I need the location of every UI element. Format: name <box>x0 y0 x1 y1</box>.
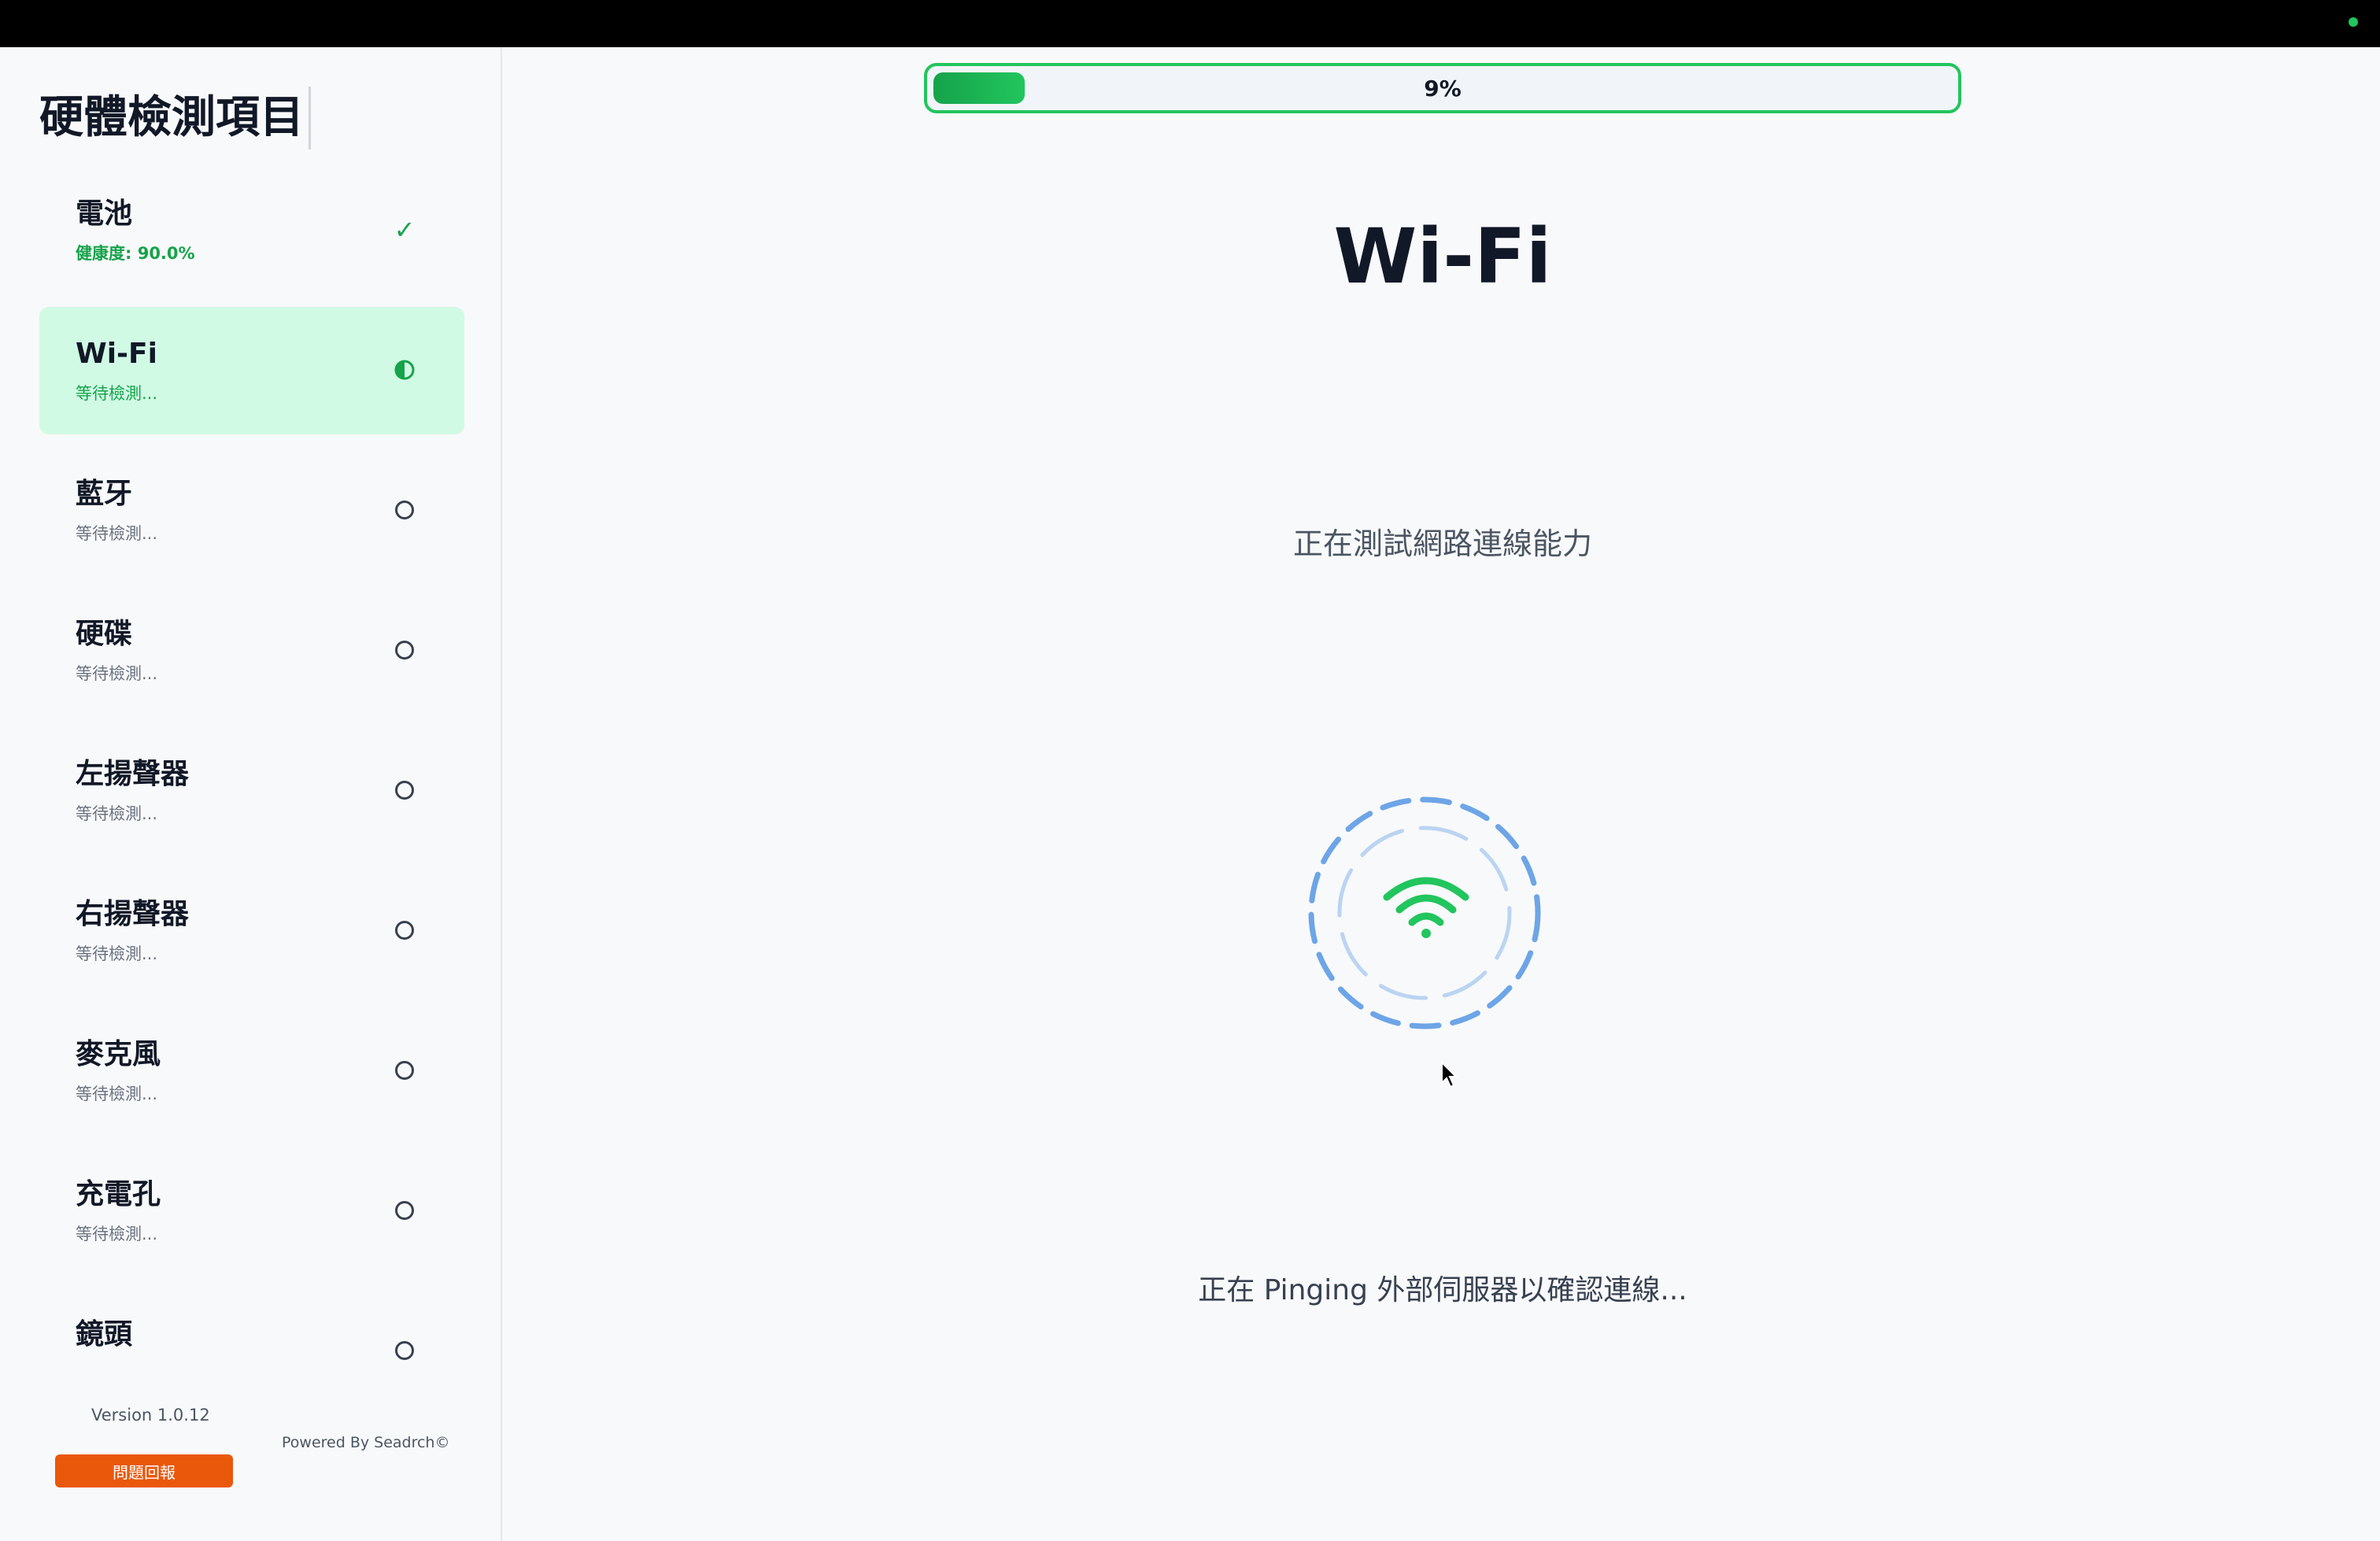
circle-icon <box>389 1055 420 1086</box>
top-bar <box>0 0 2380 47</box>
item-status: 等待檢測... <box>76 1225 158 1244</box>
sidebar-item-camera[interactable]: 鏡頭 <box>39 1288 464 1402</box>
item-name: 硬碟 <box>76 618 133 650</box>
sidebar-item-wifi[interactable]: Wi-Fi 等待檢測... <box>39 307 464 434</box>
sidebar-title: 硬體檢測項目 <box>39 87 311 150</box>
item-name: 麥克風 <box>76 1038 161 1070</box>
circle-icon <box>389 915 420 946</box>
item-status: 等待檢測... <box>76 944 158 963</box>
report-issue-button[interactable]: 問題回報 <box>55 1454 233 1487</box>
sidebar-item-microphone[interactable]: 麥克風 等待檢測... <box>39 1007 464 1135</box>
item-name: 鏡頭 <box>76 1318 133 1351</box>
item-status: 健康度: 90.0% <box>76 244 195 263</box>
item-name: 右揚聲器 <box>76 898 190 930</box>
circle-icon <box>389 1195 420 1226</box>
progress-label: 9% <box>1424 75 1462 102</box>
circle-icon <box>389 1335 420 1366</box>
circle-icon <box>389 494 420 526</box>
version-label: Version 1.0.12 <box>91 1406 210 1425</box>
powered-by-label: Powered By Seadrch© <box>282 1434 450 1451</box>
sidebar-item-bluetooth[interactable]: 藍牙 等待檢測... <box>39 447 464 575</box>
item-name: 充電孔 <box>76 1178 161 1210</box>
sidebar-item-battery[interactable]: 電池 健康度: 90.0% ✓ <box>39 167 464 294</box>
half-circle-icon <box>389 354 420 386</box>
check-icon: ✓ <box>394 215 416 245</box>
item-status: 等待檢測... <box>76 1085 158 1103</box>
progress-bar: 9% <box>924 63 1961 113</box>
item-status: 等待檢測... <box>76 664 158 683</box>
status-indicator <box>2349 17 2358 27</box>
status-message: 正在 Pinging 外部伺服器以確認連線... <box>1198 1274 1687 1306</box>
item-name: 電池 <box>76 198 133 230</box>
sidebar-item-disk[interactable]: 硬碟 等待檢測... <box>39 587 464 715</box>
item-name: Wi-Fi <box>76 338 157 370</box>
page-title: Wi-Fi <box>1333 212 1552 301</box>
sidebar: 硬體檢測項目 電池 健康度: 90.0% ✓ Wi-Fi 等待檢測... 藍牙 … <box>0 47 502 1541</box>
sidebar-item-charging-port[interactable]: 充電孔 等待檢測... <box>39 1147 464 1275</box>
item-status: 等待檢測... <box>76 524 158 543</box>
item-name: 藍牙 <box>76 478 133 510</box>
item-status: 等待檢測... <box>76 384 158 403</box>
sidebar-item-left-speaker[interactable]: 左揚聲器 等待檢測... <box>39 727 464 855</box>
test-description: 正在測試網路連線能力 <box>1292 527 1592 561</box>
item-name: 左揚聲器 <box>76 758 190 790</box>
item-status: 等待檢測... <box>76 804 158 823</box>
sidebar-item-right-speaker[interactable]: 右揚聲器 等待檢測... <box>39 867 464 995</box>
circle-icon <box>389 634 420 666</box>
circle-icon <box>389 774 420 806</box>
test-item-list[interactable]: 電池 健康度: 90.0% ✓ Wi-Fi 等待檢測... 藍牙 等待檢測...… <box>39 167 464 1402</box>
mouse-cursor-icon <box>1441 1061 1458 1088</box>
wifi-icon <box>1383 877 1469 938</box>
